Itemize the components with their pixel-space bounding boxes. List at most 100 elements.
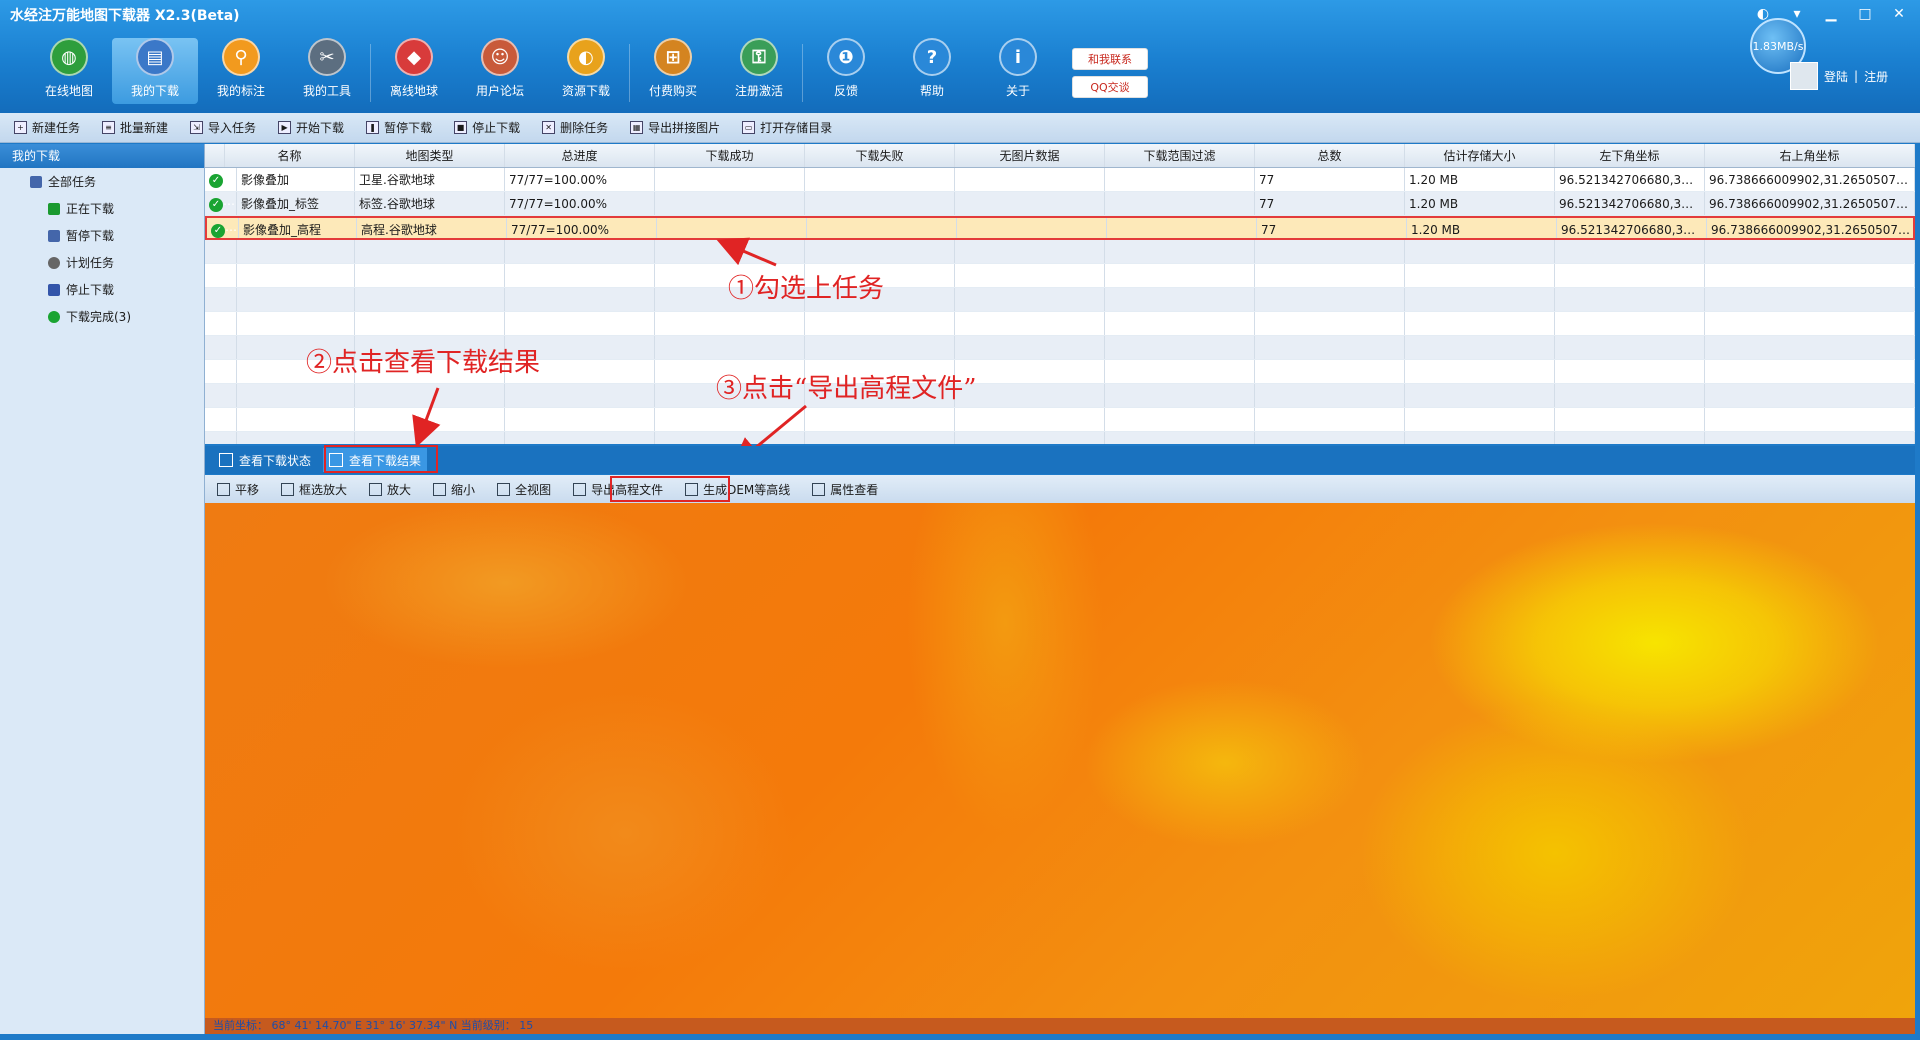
action-new-task[interactable]: + 新建任务 <box>10 119 94 136</box>
table-header: 名称 地图类型 总进度 下载成功 下载失败 无图片数据 下载范围过滤 总数 估计存储大小 左下角坐… <box>205 144 1915 168</box>
cell-progress <box>505 432 655 444</box>
export-image-icon: ▦ <box>630 121 644 134</box>
maximize-button[interactable]: □ <box>1850 4 1880 26</box>
avatar[interactable] <box>1790 62 1818 90</box>
map-tool-zoom-out[interactable]: 缩小 <box>429 478 489 500</box>
map-tool-label: 属性查看 <box>830 482 879 497</box>
action-delete[interactable]: ✕ 删除任务 <box>538 119 622 136</box>
sidebar-items: 全部任务正在下载暂停下载计划任务停止下载下载完成(3) <box>0 168 204 330</box>
map-toolbar: 平移 框选放大 放大 缩小 全视图 导出高程文件 生成DEM等高线 属性查看 <box>205 475 1915 503</box>
map-tool-properties[interactable]: 属性查看 <box>808 478 892 500</box>
cell-rt <box>1705 384 1915 407</box>
minimize-button[interactable]: ▁ <box>1816 4 1846 26</box>
cell-filter <box>1105 384 1255 407</box>
cell-nodata <box>955 336 1105 359</box>
sidebar-item-play[interactable]: 正在下载 <box>0 195 204 222</box>
row-select-cell <box>205 408 237 431</box>
globe-icon: ◍ <box>50 38 88 76</box>
cell-success <box>655 192 805 215</box>
action-folder[interactable]: ▭ 打开存储目录 <box>738 119 846 136</box>
sidebar-item-clock[interactable]: 计划任务 <box>0 249 204 276</box>
users-icon: ☺ <box>481 38 519 76</box>
toolbar-label: 在线地图 <box>44 84 93 98</box>
toolbar-info-button[interactable]: i 关于 <box>975 38 1061 104</box>
table-row-empty <box>205 312 1915 336</box>
map-tool-zoom-in[interactable]: 放大 <box>365 478 425 500</box>
sidebar-item-label: 全部任务 <box>48 175 97 189</box>
register-link[interactable]: 注册 <box>1864 68 1888 85</box>
table-row[interactable]: ✓✓影像叠加_高程高程.谷歌地球77/77=100.00%771.20 MB96… <box>205 216 1915 240</box>
sidebar-item-check[interactable]: 下载完成(3) <box>0 303 204 330</box>
toolbar-cubes-button[interactable]: ◆ 离线地球 <box>371 38 457 104</box>
cell-progress: 77/77=100.00% <box>505 192 655 215</box>
cell-type <box>355 432 505 444</box>
sidebar-item-label: 下载完成(3) <box>66 310 131 324</box>
table-row-empty <box>205 408 1915 432</box>
login-link[interactable]: 登陆 <box>1824 68 1848 85</box>
toolbar-label: 我的标注 <box>216 84 265 98</box>
action-batch-new[interactable]: ≡ 批量新建 <box>98 119 182 136</box>
toolbar-resource-globe-button[interactable]: ◐ 资源下载 <box>543 38 629 104</box>
toolbar-label: 我的工具 <box>302 84 351 98</box>
elevation-map-view[interactable] <box>205 503 1915 1018</box>
cell-lb <box>1555 432 1705 444</box>
pan-icon <box>217 482 230 496</box>
cell-rt: 96.738666009902,31.2650507688... <box>1705 168 1915 191</box>
coord-value: 68° 41' 14.70" E 31° 16' 37.34" N <box>271 1019 458 1032</box>
cell-rt <box>1705 336 1915 359</box>
column-header[interactable] <box>205 144 225 167</box>
cell-total <box>1255 336 1405 359</box>
cell-nodata <box>955 288 1105 311</box>
map-tool-full-extent[interactable]: 全视图 <box>493 478 565 500</box>
toolbar-feedback-button[interactable]: ❶ 反馈 <box>803 38 889 104</box>
qq-chat-link[interactable]: QQ交谈 <box>1072 76 1148 98</box>
action-export-image[interactable]: ▦ 导出拼接图片 <box>626 119 734 136</box>
cell-lb: 96.521342706680,31.1... <box>1555 192 1705 215</box>
sidebar-item-pause[interactable]: 暂停下载 <box>0 222 204 249</box>
column-header: 右上角坐标 <box>1705 144 1915 167</box>
table-row-empty <box>205 384 1915 408</box>
cell-rt <box>1705 408 1915 431</box>
map-tool-box-zoom[interactable]: 框选放大 <box>277 478 361 500</box>
cell-fail <box>807 218 957 238</box>
column-header: 左下角坐标 <box>1555 144 1705 167</box>
contact-link[interactable]: 和我联系 <box>1072 48 1148 70</box>
sidebar-item-label: 停止下载 <box>66 283 115 297</box>
action-pause[interactable]: ❚ 暂停下载 <box>362 119 446 136</box>
cell-progress <box>505 384 655 407</box>
table-row[interactable]: ✓ 影像叠加_标签 标签.谷歌地球 77/77=100.00% 77 1.20 MB 96.… <box>205 192 1915 216</box>
action-play[interactable]: ▶ 开始下载 <box>274 119 358 136</box>
sidebar-item-label: 正在下载 <box>66 202 115 216</box>
toolbar-globe-button[interactable]: ◍ 在线地图 <box>26 38 112 104</box>
table-row-empty <box>205 264 1915 288</box>
cell-success <box>655 312 805 335</box>
action-stop[interactable]: ■ 停止下载 <box>450 119 534 136</box>
toolbar-tools-button[interactable]: ✂ 我的工具 <box>284 38 370 104</box>
cell-filter <box>1105 192 1255 215</box>
sidebar-item-stop[interactable]: 停止下载 <box>0 276 204 303</box>
toolbar-lock-globe-button[interactable]: ⚿ 注册激活 <box>716 38 802 104</box>
toolbar-download-list-button[interactable]: ▤ 我的下载 <box>112 38 198 104</box>
toolbar-cart-button[interactable]: ⊞ 付费购买 <box>630 38 716 104</box>
row-select-cell <box>205 336 237 359</box>
toolbar-map-pin-button[interactable]: ⚲ 我的标注 <box>198 38 284 104</box>
lock-globe-icon: ⚿ <box>740 38 778 76</box>
table-row[interactable]: ✓ 影像叠加 卫星.谷歌地球 77/77=100.00% 77 1.20 MB 96.521… <box>205 168 1915 192</box>
action-import[interactable]: ⇲ 导入任务 <box>186 119 270 136</box>
map-tool-label: 平移 <box>235 482 260 497</box>
toolbar-users-button[interactable]: ☺ 用户论坛 <box>457 38 543 104</box>
close-button[interactable]: ✕ <box>1884 4 1914 26</box>
cell-filter <box>1107 218 1257 238</box>
cell-size <box>1405 288 1555 311</box>
toolbar-help-button[interactable]: ? 帮助 <box>889 38 975 104</box>
cell-progress: 77/77=100.00% <box>505 168 655 191</box>
sidebar-item-label: 暂停下载 <box>66 229 115 243</box>
map-tool-pan[interactable]: 平移 <box>213 478 273 500</box>
sidebar-item-all-tasks[interactable]: 全部任务 <box>0 168 204 195</box>
map-tool-label: 框选放大 <box>299 482 348 497</box>
cell-fail <box>805 336 955 359</box>
tab-download-status[interactable]: 查看下载状态 <box>213 448 317 472</box>
cell-total: 77 <box>1255 192 1405 215</box>
sidebar-item-label: 计划任务 <box>66 256 115 270</box>
cell-lb: 96.521342706680,31.1... <box>1555 168 1705 191</box>
